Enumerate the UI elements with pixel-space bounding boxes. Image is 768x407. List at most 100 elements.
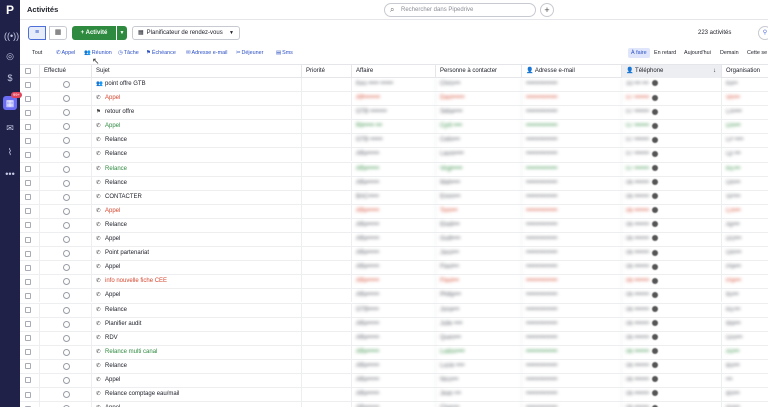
person-cell[interactable]: Chris••• (436, 78, 522, 91)
filter-lunch[interactable]: ✂Déjeuner (236, 48, 263, 58)
mark-done-toggle[interactable] (63, 334, 70, 342)
deal-cell[interactable]: Keo ••••• •••••• (352, 78, 436, 91)
table-row[interactable]: ✆ Relance Affa•••••• Laure•••• •••••••••••••… (20, 148, 768, 163)
period-today[interactable]: Aujourd'hui (684, 48, 711, 58)
organisation-cell[interactable]: CA••• (722, 205, 768, 218)
subject-cell[interactable]: ✆ CONTACTER (92, 190, 302, 204)
table-row[interactable]: ✆ info nouvelle fiche CEE Affa•••••• Flavi•… (20, 275, 768, 290)
col-organisation[interactable]: Organisation (722, 65, 768, 78)
organisation-cell[interactable]: Bri••• (722, 388, 768, 401)
phone-cell[interactable]: 06 ••••••• (622, 303, 722, 317)
email-cell[interactable]: ••••••••••••••• (522, 120, 622, 134)
subject-cell[interactable]: ✆ Relance (92, 134, 302, 148)
deal-cell[interactable]: Affa•••••• (352, 388, 436, 402)
organisation-cell[interactable]: KE••• (722, 304, 768, 317)
person-cell[interactable]: Flavi••• (436, 275, 522, 289)
subject-cell[interactable]: ✆ info nouvelle fiche CEE (92, 275, 302, 289)
deal-cell[interactable]: Affa•••••• (352, 204, 436, 218)
mark-done-toggle[interactable] (63, 391, 70, 399)
email-cell[interactable]: ••••••••••••••• (522, 317, 622, 331)
organisation-cell[interactable]: Ap••• (722, 219, 768, 232)
subject-cell[interactable]: ✆Appel (92, 402, 302, 407)
organisation-cell[interactable]: Lp ••• (722, 148, 768, 161)
mark-done-toggle[interactable] (63, 278, 70, 286)
phone-cell[interactable]: 06 ••••••• (622, 204, 722, 218)
add-activity-dropdown[interactable]: ▼ (117, 26, 127, 40)
row-checkbox[interactable] (25, 81, 31, 88)
table-row[interactable]: ✆ Appel Affa•••••• Tom••• ••••••••••••••• 06 … (20, 204, 768, 219)
period-this-week[interactable]: Cette se (747, 48, 767, 58)
pipedrive-logo[interactable]: P (3, 3, 17, 17)
row-checkbox[interactable] (25, 377, 31, 384)
add-activity-button[interactable]: + Activité (72, 26, 116, 40)
person-cell[interactable]: Char••• (436, 402, 522, 407)
row-checkbox[interactable] (25, 321, 31, 328)
phone-cell[interactable]: 06 ••••••• (622, 373, 722, 387)
email-cell[interactable]: ••••••••••••••• (522, 148, 622, 162)
row-checkbox[interactable] (25, 95, 31, 102)
subject-cell[interactable]: ⚑ retour offre (92, 106, 302, 120)
col-phone[interactable]: 👤 Téléphone ↓ (622, 65, 722, 78)
organisation-cell[interactable]: Ro••• (722, 402, 768, 407)
deal-cell[interactable]: Affa•••••• (352, 148, 436, 162)
email-cell[interactable]: ••••••••••••••• (522, 162, 622, 176)
subject-cell[interactable]: ✆Appel (92, 92, 302, 106)
email-cell[interactable]: ••••••••••••••• (522, 402, 622, 407)
deal-cell[interactable]: Affa•••••• (352, 261, 436, 275)
col-priority[interactable]: Priorité (302, 65, 352, 78)
subject-cell[interactable]: ✆Appel (92, 204, 302, 218)
person-cell[interactable]: Ludov•••• (436, 345, 522, 359)
table-row[interactable]: ✆ Relance comptage eau/mail Affa•••••• Jean… (20, 388, 768, 403)
email-cell[interactable]: ••••••••••••••• (522, 359, 622, 373)
deal-cell[interactable]: Affa•••••• (352, 373, 436, 387)
mark-done-toggle[interactable] (63, 306, 70, 314)
phone-cell[interactable]: 07 ••••••• (622, 148, 722, 162)
phone-cell[interactable]: 06 ••••••• (622, 388, 722, 402)
person-cell[interactable]: Flavi••• (436, 261, 522, 275)
mark-done-toggle[interactable] (63, 362, 70, 370)
mark-done-toggle[interactable] (63, 320, 70, 328)
period-overdue[interactable]: En retard (654, 48, 676, 58)
mark-done-toggle[interactable] (63, 123, 70, 131)
mark-done-toggle[interactable] (63, 193, 70, 201)
col-deal[interactable]: Affaire (352, 65, 436, 78)
mark-done-toggle[interactable] (63, 221, 70, 229)
calendar-icon[interactable]: ▦ (3, 96, 17, 110)
email-cell[interactable]: ••••••••••••••• (522, 373, 622, 387)
subject-cell[interactable]: ✆Appel (92, 233, 302, 247)
person-cell[interactable]: Laure•••• (436, 148, 522, 162)
phone-cell[interactable]: 06 ••••••• (622, 233, 722, 247)
col-email[interactable]: 👤 Adresse e-mail (522, 65, 622, 78)
deal-cell[interactable]: BAC••••• (352, 190, 436, 204)
table-row[interactable]: ✆ Appel Affa•••••• Philip••• •••••••••••••••… (20, 289, 768, 304)
table-row[interactable]: ✆ Relance multi canal Affa•••••• Ludov•••• •… (20, 345, 768, 360)
organisation-cell[interactable]: Gro••• (722, 332, 768, 345)
table-row[interactable]: ✆ Relance Affa•••••• Virgi••••• ••••••••••••… (20, 162, 768, 177)
organisation-cell[interactable]: Ma••• (722, 318, 768, 331)
deal-cell[interactable]: Affa•••••• (352, 176, 436, 190)
subject-cell[interactable]: ✆ Relance (92, 148, 302, 162)
organisation-cell[interactable]: DA••• (722, 120, 768, 133)
phone-cell[interactable]: 06 ••••••• (622, 176, 722, 190)
chart-icon[interactable]: ⌇ (4, 146, 16, 158)
filter-all[interactable]: Tout (32, 48, 42, 58)
deal-cell[interactable]: Affa•••••• (352, 402, 436, 407)
phone-cell[interactable]: 06 ••••••• (622, 289, 722, 303)
organisation-cell[interactable]: Pla••• (722, 275, 768, 288)
phone-cell[interactable]: 07 ••••••• (622, 134, 722, 148)
table-row[interactable]: ✆ Planifier audit Affa•••••• Julie •••• ••••… (20, 317, 768, 332)
phone-cell[interactable]: 06 ••••••• (622, 190, 722, 204)
deal-cell[interactable]: Ré••••• ••• (352, 120, 436, 134)
person-cell[interactable]: Tom••• (436, 204, 522, 218)
mark-done-toggle[interactable] (63, 236, 70, 244)
organisation-cell[interactable]: SP••• (722, 191, 768, 204)
table-row[interactable]: ✆ RDV Affa•••••• Quen••• ••••••••••••••• 06 •… (20, 331, 768, 346)
subject-cell[interactable]: ✆ Relance comptage eau/mail (92, 388, 302, 402)
subject-cell[interactable]: ✆Appel (92, 373, 302, 387)
mark-done-toggle[interactable] (63, 151, 70, 159)
email-cell[interactable]: ••••••••••••••• (522, 261, 622, 275)
table-row[interactable]: ✆ Appel Aff•••••••• Davi•••••• •••••••••••••… (20, 92, 768, 107)
table-row[interactable]: ✆ Relance GTB••••• Jona••• ••••••••••••••• 06… (20, 303, 768, 318)
subject-cell[interactable]: ✆ Relance multi canal (92, 345, 302, 359)
subject-cell[interactable]: ✆ Relance (92, 162, 302, 176)
